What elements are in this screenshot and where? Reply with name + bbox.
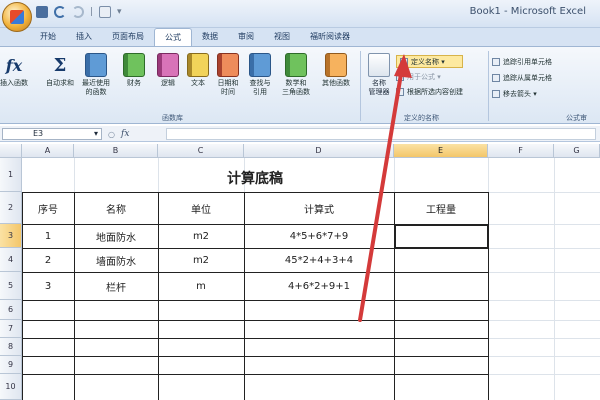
annotation-arrow <box>358 54 412 322</box>
arrow-head <box>394 54 412 78</box>
arrow-shaft <box>358 66 404 322</box>
office-button[interactable] <box>2 2 32 32</box>
office-logo-icon <box>10 10 24 24</box>
